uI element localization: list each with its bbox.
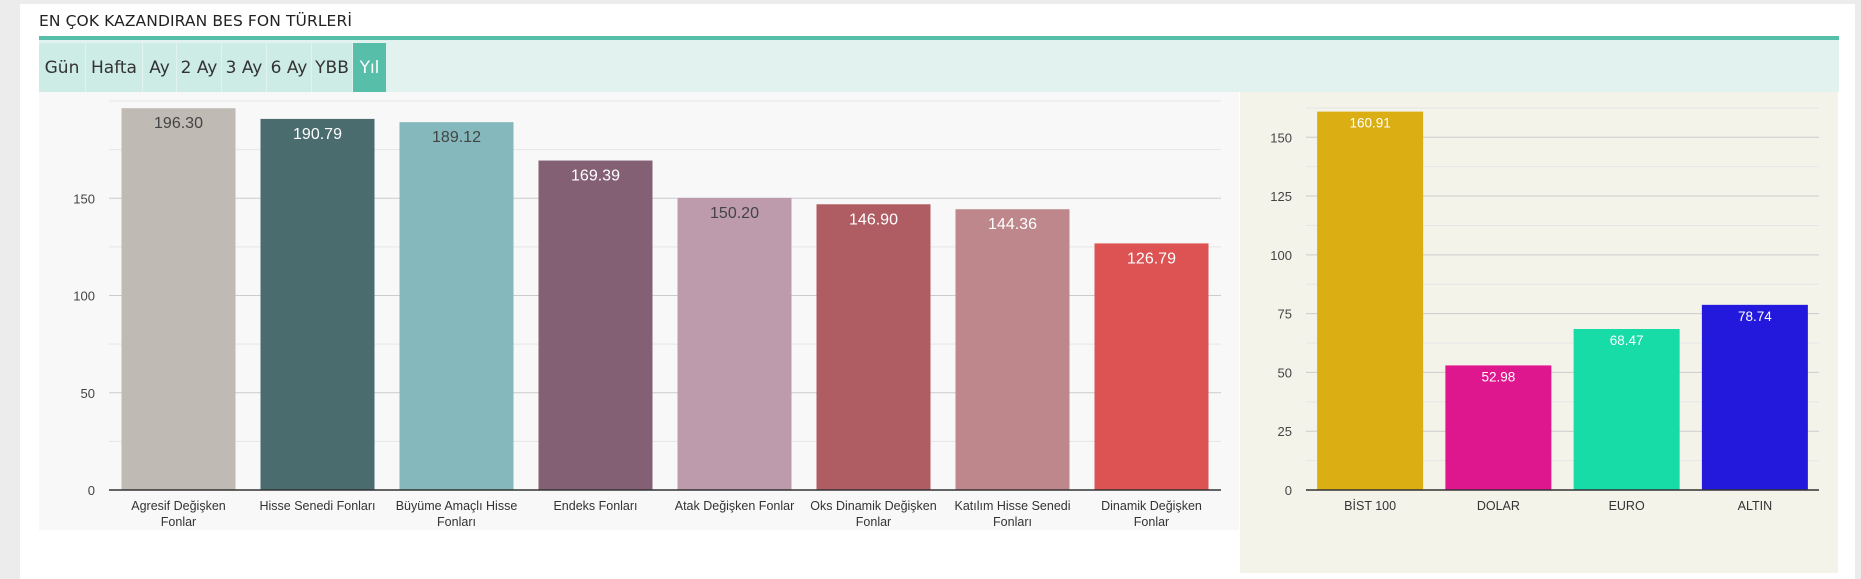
- bar: [1094, 243, 1209, 490]
- tab-ytd[interactable]: YBB: [312, 43, 352, 92]
- bar: [1573, 328, 1680, 490]
- bar-value-label: 150.20: [710, 205, 759, 222]
- y-tick-label: 25: [1278, 424, 1292, 439]
- tab-year[interactable]: Yıl: [353, 43, 386, 92]
- x-category-label: Katılım Hisse Senedi Fonları: [954, 499, 1070, 529]
- tab-3-months[interactable]: 3 Ay: [222, 43, 266, 92]
- bar-value-label: 146.90: [849, 211, 898, 228]
- x-category-label: EURO: [1609, 499, 1645, 513]
- x-category-label: Hisse Senedi Fonları: [259, 499, 375, 513]
- y-tick-label: 0: [1285, 483, 1292, 498]
- y-tick-label: 50: [81, 386, 95, 401]
- bar-value-label: 190.79: [293, 126, 342, 143]
- bar: [1317, 111, 1424, 490]
- y-tick-label: 75: [1278, 307, 1292, 322]
- x-category-label: Dinamik Değişken Fonlar: [1101, 499, 1202, 529]
- y-tick-label: 50: [1278, 365, 1292, 380]
- x-category-label: DOLAR: [1477, 499, 1520, 513]
- x-category-label: Oks Dinamik Değişken Fonlar: [810, 499, 936, 529]
- bar: [260, 118, 375, 490]
- bar: [1701, 304, 1808, 490]
- bar: [399, 122, 514, 491]
- tab-2-months[interactable]: 2 Ay: [177, 43, 221, 92]
- y-tick-label: 150: [1270, 130, 1292, 145]
- bar: [538, 160, 653, 491]
- benchmark-bar-chart: 0 25 50 75 100 125 150 160.91 BİST 100 52.98 DOLAR…: [1270, 107, 1819, 513]
- x-category-label: BİST 100: [1344, 499, 1396, 513]
- bar-value-label: 169.39: [571, 168, 620, 185]
- x-category-label: Atak Değişken Fonlar: [675, 499, 795, 513]
- bar-value-label: 52.98: [1481, 369, 1515, 384]
- x-category-label: ALTIN: [1738, 499, 1773, 513]
- y-tick-label: 150: [73, 191, 95, 206]
- period-tabs: Gün Hafta Ay 2 Ay 3 Ay 6 Ay YBB Yıl: [39, 40, 1839, 92]
- bar: [955, 209, 1070, 491]
- tab-6-months[interactable]: 6 Ay: [267, 43, 311, 92]
- y-tick-label: 125: [1270, 189, 1292, 204]
- widget-title: EN ÇOK KAZANDIRAN BES FON TÜRLERİ: [39, 12, 352, 30]
- bar-value-label: 68.47: [1610, 333, 1644, 348]
- tab-day[interactable]: Gün: [39, 43, 85, 92]
- y-tick-label: 0: [88, 483, 95, 498]
- tab-week[interactable]: Hafta: [86, 43, 142, 92]
- bar-value-label: 189.12: [432, 129, 481, 146]
- bar-value-label: 196.30: [154, 115, 203, 132]
- bar-value-label: 78.74: [1738, 309, 1772, 324]
- bar: [816, 204, 931, 490]
- y-tick-label: 100: [73, 289, 95, 304]
- bar-value-label: 126.79: [1127, 250, 1176, 267]
- fund-types-bar-chart: 0 50 100 150 196.30 Agresif Değişken Fonlar 190…: [73, 100, 1221, 529]
- y-tick-label: 100: [1270, 248, 1292, 263]
- bar: [121, 108, 236, 490]
- tab-month[interactable]: Ay: [143, 43, 176, 92]
- bar-value-label: 160.91: [1349, 116, 1390, 131]
- fund-chart-panel: 0 50 100 150 196.30 Agresif Değişken Fonlar 190…: [39, 92, 1239, 530]
- benchmark-chart-panel: 0 25 50 75 100 125 150 160.91 BİST 100 52.98 DOLAR…: [1240, 92, 1838, 573]
- x-category-label: Endeks Fonları: [553, 499, 637, 513]
- x-category-label: Agresif Değişken Fonlar: [131, 499, 226, 529]
- bar: [677, 197, 792, 490]
- x-category-label: Büyüme Amaçlı Hisse Fonları: [396, 499, 518, 529]
- bar-value-label: 144.36: [988, 216, 1037, 233]
